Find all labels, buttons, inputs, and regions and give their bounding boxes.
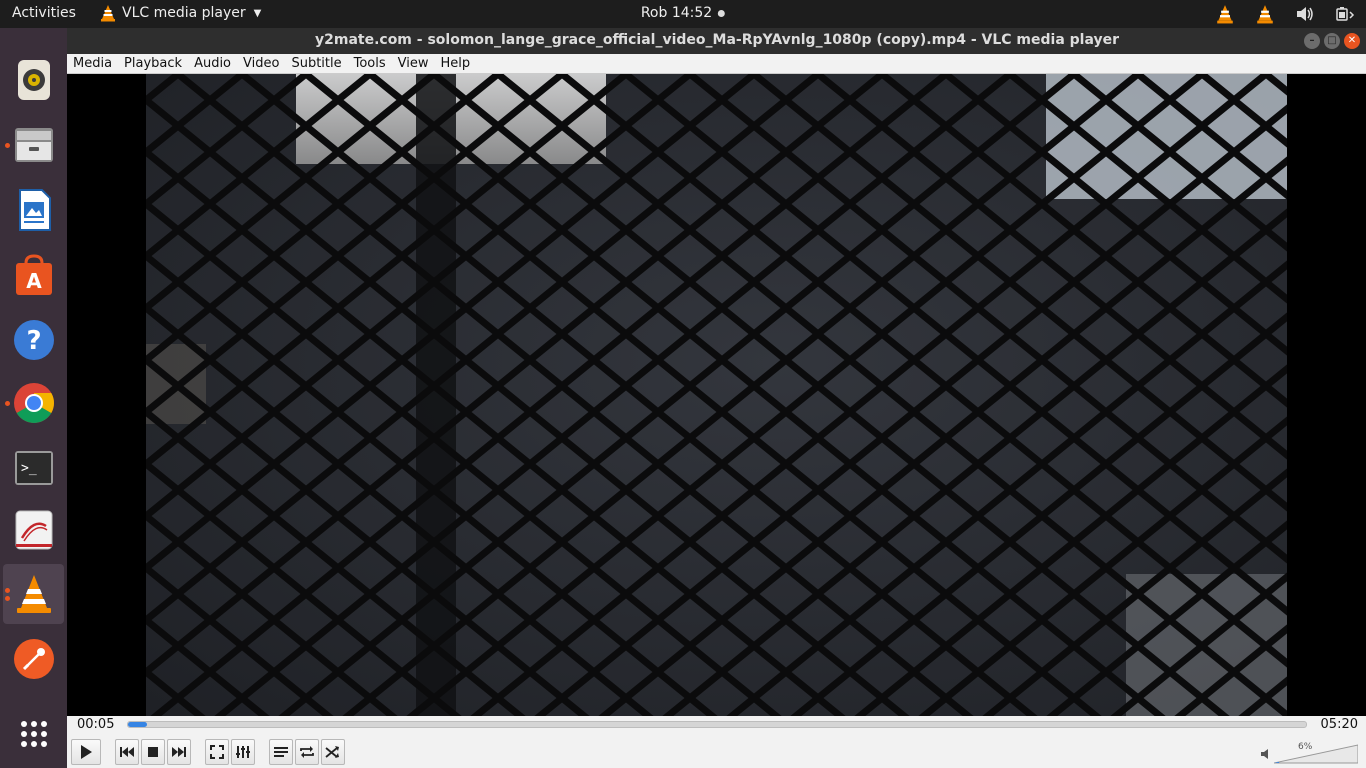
chrome-icon [13,383,54,423]
playlist-button[interactable] [269,739,293,765]
clock[interactable]: Rob 14:52 [640,5,726,21]
menu-subtitle[interactable]: Subtitle [285,54,347,73]
document-viewer-icon [15,510,52,550]
dock-item-terminal[interactable]: >_ [3,438,64,498]
terminal-icon: >_ [14,451,53,485]
app-menu-label: VLC media player [122,5,246,21]
window-controls: – □ ✕ [1304,33,1360,49]
dock-item-rhythmbox[interactable] [3,50,64,110]
svg-text:A: A [26,269,42,293]
svg-text:>_: >_ [21,461,37,476]
stop-icon [148,747,158,757]
vlc-icon [16,575,51,613]
menu-playback[interactable]: Playback [118,54,188,73]
running-indicator-icon-2 [5,596,10,601]
libreoffice-writer-icon [18,189,51,231]
shuffle-icon [325,746,339,758]
dock-item-postman[interactable] [3,629,64,689]
menu-view[interactable]: View [392,54,435,73]
dock: A ? >_ [0,28,67,768]
seek-row: 00:05 05:20 [67,716,1366,736]
menu-video[interactable]: Video [237,54,285,73]
battery-icon[interactable] [1334,3,1356,25]
volume-icon[interactable] [1294,3,1316,25]
activities-button[interactable]: Activities [12,5,76,21]
extended-settings-button[interactable] [231,739,255,765]
title-bar[interactable]: y2mate.com - solomon_lange_grace_officia… [67,28,1366,54]
running-indicator-icon [5,401,10,406]
help-icon: ? [13,320,54,360]
play-button[interactable] [71,739,101,765]
system-tray [1214,3,1356,25]
menu-media[interactable]: Media [67,54,118,73]
menu-help[interactable]: Help [435,54,477,73]
rhythmbox-icon [17,60,50,100]
dock-item-docviewer[interactable] [3,500,64,560]
menu-audio[interactable]: Audio [188,54,237,73]
video-frame [146,74,1287,716]
elapsed-time: 00:05 [77,717,115,732]
files-icon [14,128,53,162]
maximize-button[interactable]: □ [1324,33,1340,49]
app-menu[interactable]: VLC media player ▼ [100,4,261,22]
dock-item-show-apps[interactable] [3,704,64,764]
next-button[interactable] [167,739,191,765]
fullscreen-button[interactable] [205,739,229,765]
control-bar: 6% [67,736,1366,768]
clock-label: Rob 14:52 [640,5,713,21]
volume-slider[interactable]: 6% [1260,738,1358,766]
shuffle-button[interactable] [321,739,345,765]
dock-item-files[interactable] [3,115,64,175]
play-icon [81,745,92,759]
loop-icon [300,746,314,758]
loop-button[interactable] [295,739,319,765]
dock-item-vlc[interactable] [3,564,64,624]
notification-dot-icon [718,9,726,17]
show-apps-icon [20,721,47,747]
vlc-tray-icon[interactable] [1214,3,1236,25]
vlc-window: y2mate.com - solomon_lange_grace_officia… [67,28,1366,768]
playlist-icon [274,747,288,757]
close-button[interactable]: ✕ [1344,33,1360,49]
menu-bar: Media Playback Audio Video Subtitle Tool… [67,54,1366,74]
equalizer-icon [236,746,250,758]
chevron-down-icon: ▼ [253,7,262,19]
previous-button[interactable] [115,739,139,765]
running-indicator-icon [5,143,10,148]
volume-ramp [1274,744,1358,764]
skip-forward-icon [172,747,186,757]
dock-item-chrome[interactable] [3,373,64,433]
skip-back-icon [120,747,134,757]
window-title: y2mate.com - solomon_lange_grace_officia… [314,32,1120,48]
menu-tools[interactable]: Tools [348,54,392,73]
speaker-icon [1261,749,1268,759]
running-indicator-icon [5,588,10,593]
stop-button[interactable] [141,739,165,765]
dock-item-help[interactable]: ? [3,310,64,370]
fullscreen-icon [210,745,224,759]
svg-text:?: ? [26,326,41,356]
seek-slider[interactable] [127,721,1307,728]
seek-progress [128,722,147,727]
vlc-cone-icon [101,5,115,22]
dock-item-writer[interactable] [3,180,64,240]
total-time: 05:20 [1320,717,1358,732]
video-area[interactable] [67,74,1366,716]
software-center-icon: A [15,254,52,295]
dock-item-software[interactable]: A [3,245,64,305]
postman-icon [13,639,54,679]
vlc-tray-icon-2[interactable] [1254,3,1276,25]
top-bar: Activities VLC media player ▼ Rob 14:52 [0,0,1366,28]
minimize-button[interactable]: – [1304,33,1320,49]
